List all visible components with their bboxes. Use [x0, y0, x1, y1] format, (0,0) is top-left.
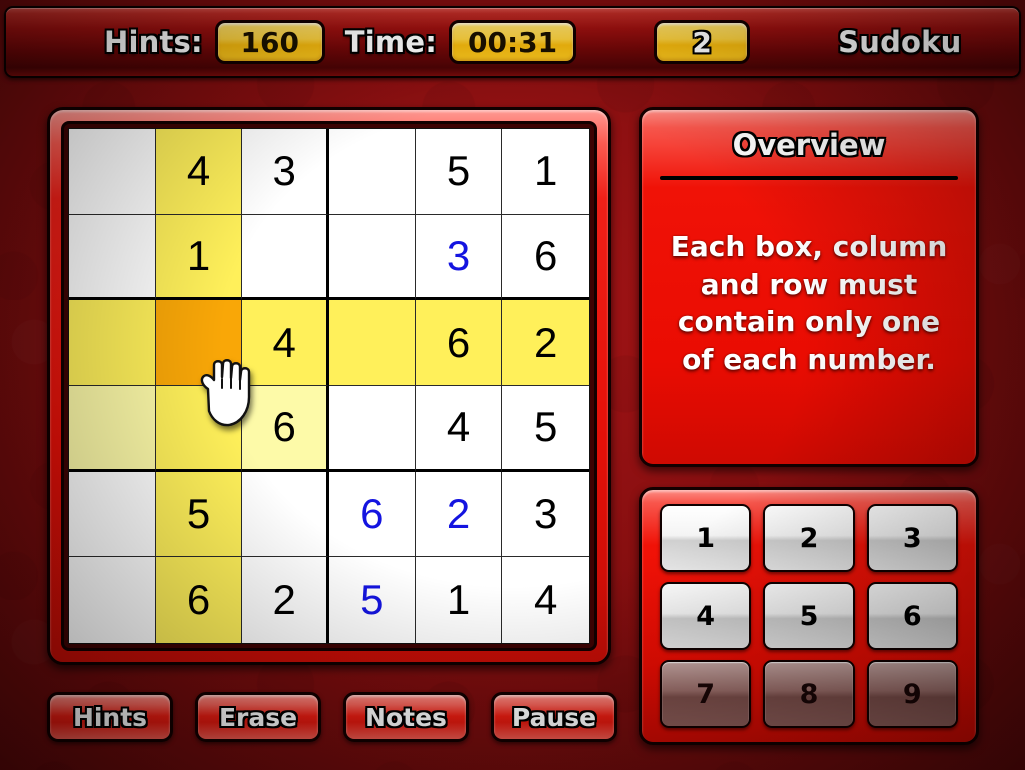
sudoku-cell-r3c6[interactable]: 2 — [502, 300, 589, 386]
sudoku-cell-r4c6[interactable]: 5 — [502, 385, 589, 472]
sudoku-cell-r1c4[interactable] — [328, 129, 416, 215]
sudoku-cell-r6c4[interactable]: 5 — [328, 557, 416, 643]
erase-button[interactable]: Erase — [195, 692, 321, 742]
sudoku-cell-r2c4[interactable] — [328, 214, 416, 301]
sudoku-board-frame: 4351136462645562362514 — [47, 107, 611, 665]
sudoku-cell-r2c1[interactable] — [69, 214, 156, 301]
sudoku-board-inner: 4351136462645562362514 — [61, 121, 597, 651]
number-button-7: 7 — [660, 660, 752, 728]
sudoku-cell-r6c3[interactable]: 2 — [242, 557, 329, 643]
overview-divider — [660, 176, 958, 180]
sudoku-grid[interactable]: 4351136462645562362514 — [68, 128, 590, 644]
number-button-6[interactable]: 6 — [866, 582, 958, 650]
game-root: Hints: 160 Time: 00:31 2 Sudoku 43511364… — [0, 0, 1025, 770]
sudoku-cell-r2c5[interactable]: 3 — [415, 214, 503, 301]
status-bar: Hints: 160 Time: 00:31 2 Sudoku — [4, 6, 1021, 78]
number-button-1[interactable]: 1 — [660, 504, 752, 572]
number-pad-panel: 123 456 789 — [639, 487, 979, 745]
sudoku-cell-r4c5[interactable]: 4 — [415, 385, 503, 472]
overview-text: Each box, column and row must contain on… — [670, 230, 948, 376]
level-badge: 2 — [654, 20, 751, 64]
sudoku-cell-r5c5[interactable]: 2 — [415, 471, 503, 558]
sudoku-cell-r3c5[interactable]: 6 — [415, 300, 503, 386]
sudoku-cell-r5c3[interactable] — [242, 471, 329, 558]
number-button-8: 8 — [763, 660, 855, 728]
sudoku-cell-r3c3[interactable]: 4 — [242, 300, 329, 386]
number-pad: 123 456 789 — [660, 504, 958, 728]
overview-title: Overview — [732, 128, 886, 162]
sudoku-cell-r1c2[interactable]: 4 — [155, 129, 243, 215]
sudoku-cell-r4c4[interactable] — [328, 385, 416, 472]
sudoku-cell-r4c3[interactable]: 6 — [242, 385, 329, 472]
hints-count-badge: 160 — [214, 20, 325, 64]
sudoku-cell-r6c6[interactable]: 4 — [502, 557, 589, 643]
sudoku-cell-r3c2[interactable] — [155, 300, 243, 386]
sudoku-cell-r5c1[interactable] — [69, 471, 156, 558]
sudoku-cell-r6c2[interactable]: 6 — [155, 557, 243, 643]
action-button-bar: Hints Erase Notes Pause — [47, 692, 617, 744]
sudoku-cell-r5c2[interactable]: 5 — [155, 471, 243, 558]
number-button-3[interactable]: 3 — [866, 504, 958, 572]
time-label: Time: — [344, 25, 437, 59]
sudoku-cell-r6c1[interactable] — [69, 557, 156, 643]
number-button-4[interactable]: 4 — [660, 582, 752, 650]
sudoku-cell-r2c6[interactable]: 6 — [502, 214, 589, 301]
sudoku-cell-r5c6[interactable]: 3 — [502, 471, 589, 558]
time-value-badge: 00:31 — [449, 20, 577, 64]
overview-panel: Overview Each box, column and row must c… — [639, 107, 979, 467]
number-button-5[interactable]: 5 — [763, 582, 855, 650]
sudoku-cell-r1c6[interactable]: 1 — [502, 129, 589, 215]
sudoku-cell-r1c1[interactable] — [69, 129, 156, 215]
sudoku-cell-r6c5[interactable]: 1 — [415, 557, 503, 643]
pause-button[interactable]: Pause — [491, 692, 617, 742]
sudoku-cell-r5c4[interactable]: 6 — [328, 471, 416, 558]
sudoku-cell-r2c3[interactable] — [242, 214, 329, 301]
number-button-2[interactable]: 2 — [763, 504, 855, 572]
notes-button[interactable]: Notes — [343, 692, 469, 742]
sudoku-cell-r2c2[interactable]: 1 — [155, 214, 243, 301]
sudoku-cell-r3c1[interactable] — [69, 300, 156, 386]
number-button-9: 9 — [866, 660, 958, 728]
sudoku-cell-r1c5[interactable]: 5 — [415, 129, 503, 215]
sudoku-cell-r3c4[interactable] — [328, 300, 416, 386]
hints-button[interactable]: Hints — [47, 692, 173, 742]
hints-label: Hints: — [104, 25, 203, 59]
sudoku-cell-r1c3[interactable]: 3 — [242, 129, 329, 215]
sudoku-cell-r4c1[interactable] — [69, 385, 156, 472]
game-title: Sudoku — [838, 25, 962, 59]
sudoku-cell-r4c2[interactable] — [155, 385, 243, 472]
